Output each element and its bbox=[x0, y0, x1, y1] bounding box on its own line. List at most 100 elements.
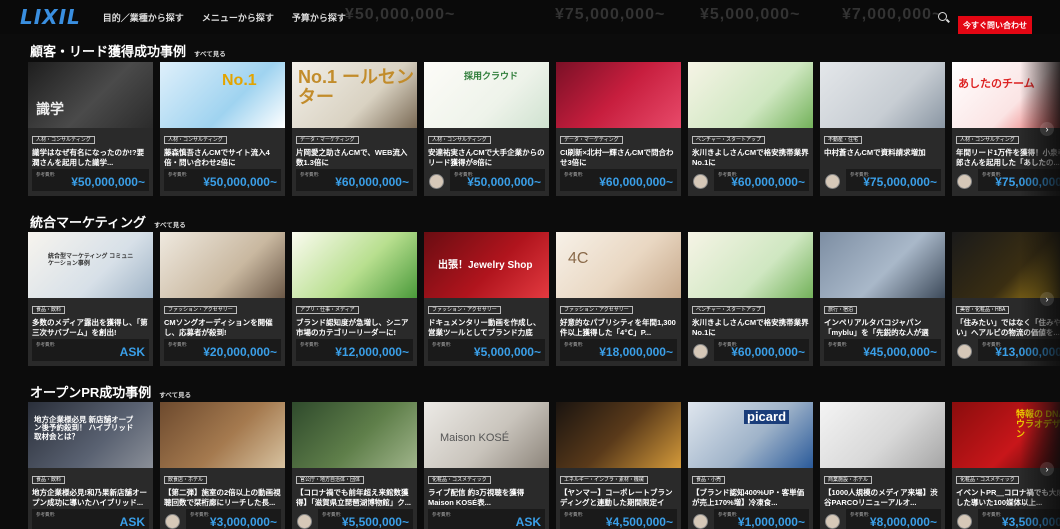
price-value: ASK bbox=[119, 515, 145, 529]
case-card[interactable]: データ・マーケティング CI刷新×北村一輝さんCMで問合わせ3倍に 参考費用: ¥60… bbox=[556, 62, 681, 196]
price-box: 参考費用: ASK bbox=[32, 339, 149, 361]
price-value: ¥50,000,000~ bbox=[71, 175, 145, 189]
price-box: 参考費用: ¥20,000,000~ bbox=[164, 339, 281, 361]
price-box: 参考費用: ¥3,000,000~ bbox=[186, 509, 281, 529]
price-value: ¥50,000,000~ bbox=[467, 175, 541, 189]
price-label: 参考費用: bbox=[718, 512, 738, 517]
industry-tag: ベンチャー・スタートアップ bbox=[692, 306, 765, 314]
price-label: 参考費用: bbox=[982, 512, 1002, 517]
case-card[interactable]: 4C ファッション・アクセサリー 好意的なパブリシティを年間1,300件以上獲得した… bbox=[556, 232, 681, 366]
ghost-price: ¥50,000,000~ bbox=[345, 6, 456, 23]
nav-item-purpose[interactable]: 目的／業種から探す bbox=[103, 11, 184, 24]
price-box: 参考費用:¥13,000,000~ bbox=[978, 339, 1060, 361]
see-all-link[interactable]: すべて見る bbox=[154, 222, 186, 229]
case-title: 年間リード1万件を獲得！小泉孝太郎さんを起用した「あしたの... bbox=[956, 148, 1060, 167]
case-card[interactable]: ファッション・アクセサリー CMソングオーディションを開催し、応募者が殺到! 参考費… bbox=[160, 232, 285, 366]
search-icon[interactable] bbox=[938, 12, 947, 21]
chevron-right-icon[interactable]: › bbox=[1040, 122, 1054, 136]
section-title: 顧客・リード獲得成功事例 すべて見る bbox=[30, 41, 226, 60]
case-card[interactable]: アプリ・仕事・メディア ブランド認知度が急増し、シニア市場のカテゴリーリーダーに!… bbox=[292, 232, 417, 366]
price-label: 参考費用: bbox=[564, 342, 584, 347]
case-card[interactable]: エネルギー・インフラ・素材・機械【ヤンマー】コーポレートブランディングと連動した… bbox=[556, 402, 681, 529]
price-box: 参考費用: ¥12,000,000~ bbox=[296, 339, 413, 361]
price-box: 参考費用: ¥50,000,000~ bbox=[32, 169, 149, 191]
thumbnail-caption: 統合型マーケティング コミュニケーション事例 bbox=[48, 254, 134, 267]
industry-tag: ファッション・アクセサリー bbox=[428, 306, 501, 314]
case-card[interactable]: 不動産・住宅 中村蒼さんCMで資料請求増加 参考費用: ¥75,000,000~ bbox=[820, 62, 945, 196]
talent-avatar bbox=[957, 174, 972, 189]
section-title: オープンPR成功事例 すべて見る bbox=[30, 382, 191, 401]
price-label: 参考費用: bbox=[168, 342, 188, 347]
see-all-link[interactable]: すべて見る bbox=[194, 51, 226, 58]
case-card[interactable]: 官公庁・地方自治体・団体 【コロナ禍でも前年超え来館数獲得】「滋賀県立琵琶湖博物館… bbox=[292, 402, 417, 529]
talent-avatar bbox=[693, 344, 708, 359]
case-thumbnail: No.1 bbox=[160, 62, 285, 128]
case-title: 藤森慎吾さんCMでサイト流入4倍・問い合わせ2倍に bbox=[164, 148, 270, 167]
case-card[interactable]: 商業施設・ホテル 【1000人規模のメディア来場】渋谷PARCOリニューアルオ..… bbox=[820, 402, 945, 529]
case-thumbnail: 出張！Jewelry Shop bbox=[424, 232, 549, 298]
price-label: 参考費用: bbox=[36, 512, 56, 517]
price-box: 参考費用: ¥4,500,000~ bbox=[560, 509, 677, 529]
price-box: 参考費用: ¥60,000,000~ bbox=[714, 339, 809, 361]
case-title: 安達祐実さんCMで大手企業からのリード獲得が8倍に bbox=[428, 148, 545, 167]
case-title: 【ブランド認知400%UP・客単価が売上170%増】冷凍食... bbox=[692, 488, 805, 507]
section-title-text: 顧客・リード獲得成功事例 bbox=[30, 44, 187, 59]
case-thumbnail: 特報の DNA ウラオデザン bbox=[952, 402, 1060, 468]
case-card[interactable]: No.1 人材・コンサルティング 藤森慎吾さんCMでサイト流入4倍・問い合わせ2倍に… bbox=[160, 62, 285, 196]
price-value: ¥60,000,000~ bbox=[335, 175, 409, 189]
case-thumbnail: Maison KOSÉ bbox=[424, 402, 549, 468]
price-box: 参考費用:¥75,000,000~ bbox=[978, 169, 1060, 191]
case-card[interactable]: 地方企業様必見 新店舗オープン後予約殺到！ ハイブリッド取材会とは？ 食品・飲料地… bbox=[28, 402, 153, 529]
case-title: 【ヤンマー】コーポレートブランディングと連動した期間限定イベ... bbox=[560, 488, 673, 508]
industry-tag: ファッション・アクセサリー bbox=[560, 306, 633, 314]
case-thumbnail bbox=[292, 402, 417, 468]
price-value: ¥13,000,000~ bbox=[995, 345, 1060, 359]
lixil-logo[interactable]: LIXIL bbox=[20, 5, 81, 29]
case-card[interactable]: picard 食品・小売 【ブランド認知400%UP・客単価が売上170%増】冷凍食… bbox=[688, 402, 813, 529]
case-thumbnail: picard bbox=[688, 402, 813, 468]
chevron-right-icon[interactable]: › bbox=[1040, 292, 1054, 306]
price-value: ¥3,000,000~ bbox=[209, 515, 277, 529]
case-card[interactable]: 飲食店・ホテル【第二弾】施室の2倍以上の動画視聴回数で栞桁廊にリーチした長...… bbox=[160, 402, 285, 529]
case-card[interactable]: 採用クラウド 人材・コンサルティング 安達祐実さんCMで大手企業からのリード獲得が8… bbox=[424, 62, 549, 196]
industry-tag: データ・マーケティング bbox=[296, 136, 359, 144]
talent-avatar bbox=[429, 174, 444, 189]
contact-now-button[interactable]: 今すぐ問い合わせ bbox=[958, 16, 1032, 34]
case-thumbnail: 4C bbox=[556, 232, 681, 298]
talent-avatar bbox=[825, 514, 840, 529]
price-box: 参考費用:¥3,500,000~ bbox=[978, 509, 1060, 529]
case-title: 中村蒼さんCMで資料請求増加 bbox=[824, 148, 926, 157]
case-thumbnail: No.1 ールセンター bbox=[292, 62, 417, 128]
thumbnail-caption: 地方企業様必見 新店舗オープン後予約殺到！ ハイブリッド取材会とは？ bbox=[34, 415, 134, 441]
price-box: 参考費用: ¥18,000,000~ bbox=[560, 339, 677, 361]
case-title: 【1000人規模のメディア来場】渋谷PARCOリニューアルオ... bbox=[824, 488, 938, 507]
case-thumbnail bbox=[688, 62, 813, 128]
case-card[interactable]: 出張！Jewelry Shop ファッション・アクセサリー ドキュメンタリー動画を作… bbox=[424, 232, 549, 366]
price-box: 参考費用:¥75,000,000~ bbox=[846, 169, 941, 191]
case-card[interactable]: ベンチャー・スタートアップ 氷川きよしさんCMで格安携帯業界No.1に 参考費用: ¥… bbox=[688, 232, 813, 366]
thumbnail-caption: 識学 bbox=[36, 101, 64, 117]
case-thumbnail: 地方企業様必見 新店舗オープン後予約殺到！ ハイブリッド取材会とは？ bbox=[28, 402, 153, 468]
case-card[interactable]: 識学 人材・コンサルティング 識学はなぜ有名になったのか!?要潤さんを起用した識学.… bbox=[28, 62, 153, 196]
case-card[interactable]: No.1 ールセンターデータ・マーケティング片岡愛之助さんCMで、WEB流入数1… bbox=[292, 62, 417, 196]
case-thumbnail bbox=[160, 402, 285, 468]
case-title: 【第二弾】施室の2倍以上の動画視聴回数で栞桁廊にリーチした長... bbox=[164, 488, 281, 507]
nav-item-menu[interactable]: メニューから探す bbox=[202, 11, 274, 24]
case-card[interactable]: ベンチャー・スタートアップ 氷川きよしさんCMで格安携帯業界No.1に 参考費用: ¥… bbox=[688, 62, 813, 196]
see-all-link[interactable]: すべて見る bbox=[159, 392, 191, 399]
talent-avatar bbox=[957, 514, 972, 529]
industry-tag: 官公庁・地方自治体・団体 bbox=[296, 476, 365, 484]
industry-tag: エネルギー・インフラ・素材・機械 bbox=[560, 476, 648, 484]
case-title: 片岡愛之助さんCMで、WEB流入数1.3倍に bbox=[296, 148, 408, 167]
case-card[interactable]: 旅行・宿泊インペリアルタバコジャパン「myblu」を「先鋭的な人が選ぶ...参考… bbox=[820, 232, 945, 366]
price-box: 参考費用: ¥50,000,000~ bbox=[164, 169, 281, 191]
case-card[interactable]: 統合型マーケティング コミュニケーション事例 食品・飲料 多数のメディア露出を獲得し… bbox=[28, 232, 153, 366]
industry-tag: 美容・化粧品・HBA bbox=[956, 306, 1010, 314]
chevron-right-icon[interactable]: › bbox=[1040, 462, 1054, 476]
case-card[interactable]: Maison KOSÉ 化粧品・コスメティック ライブ配信 約3万視聴を獲得 Mai… bbox=[424, 402, 549, 529]
industry-tag: 飲食店・ホテル bbox=[164, 476, 208, 484]
price-value: ¥12,000,000~ bbox=[335, 345, 409, 359]
nav-item-budget[interactable]: 予算から探す bbox=[292, 11, 346, 24]
thumbnail-caption: あしたのチーム bbox=[958, 78, 1035, 90]
industry-tag: 人材・コンサルティング bbox=[32, 136, 95, 144]
